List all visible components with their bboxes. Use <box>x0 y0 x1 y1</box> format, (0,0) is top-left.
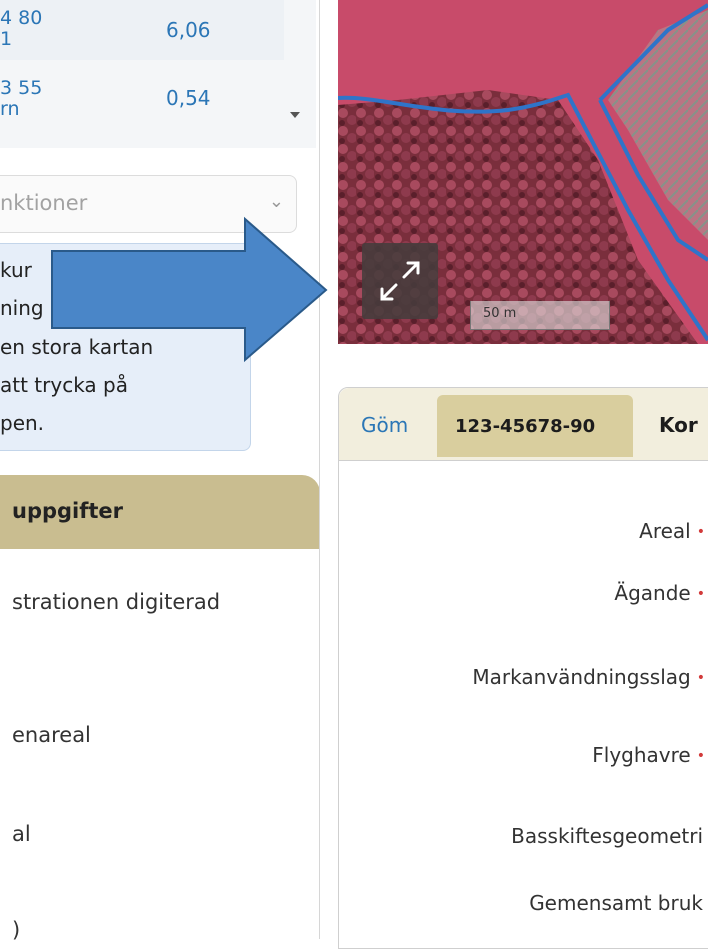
scroll-down-arrow-icon[interactable] <box>290 112 300 118</box>
table-row[interactable]: 3 55 rn 0,54 <box>0 70 284 130</box>
field-label-flyghavre: Flyghavre • <box>592 743 705 767</box>
field-label-markanvandningsslag: Markanvändningsslag • <box>472 665 705 689</box>
column-divider <box>319 0 320 939</box>
tab-label: 123-45678-90 <box>455 416 596 437</box>
list-item[interactable]: strationen digiterad <box>12 590 220 614</box>
info-text-line: en stora kartan <box>0 335 154 359</box>
expand-icon <box>380 261 420 301</box>
section-header[interactable]: uppgifter <box>0 475 320 549</box>
info-text-line: pen. <box>0 411 45 435</box>
tab-bar: Göm 123-45678-90 Kor <box>339 388 708 461</box>
chevron-down-icon: ⌄ <box>268 191 284 212</box>
form-panel: Göm 123-45678-90 Kor Areal • Ägande • Mark… <box>338 387 708 949</box>
table-row[interactable]: 4 80 1 6,06 <box>0 0 284 60</box>
info-text-line: ning <box>0 296 44 320</box>
field-label-areal: Areal • <box>639 519 705 543</box>
tab-next[interactable]: Kor <box>659 413 698 437</box>
scale-label: 50 m <box>483 306 517 321</box>
tab-active-parcel[interactable]: 123-45678-90 <box>437 395 633 457</box>
hide-tab-link[interactable]: Göm <box>361 413 408 437</box>
field-label-basskiftesgeometri: Basskiftesgeometri <box>511 824 703 848</box>
info-box: kur ning en stora kartan att trycka på p… <box>0 243 251 451</box>
list-item[interactable]: al <box>12 822 31 846</box>
map-scale-bar: 50 m <box>470 301 610 330</box>
table-cell-id[interactable]: 4 80 1 <box>0 8 42 50</box>
section-title: uppgifter <box>12 499 124 523</box>
list-item[interactable]: ) <box>12 918 20 942</box>
functions-select[interactable]: nktioner ⌄ <box>0 175 297 233</box>
info-text-line: kur <box>0 258 32 282</box>
fullscreen-button[interactable] <box>362 243 438 319</box>
required-icon: • <box>696 586 705 602</box>
list-item[interactable]: enareal <box>12 723 91 747</box>
required-icon: • <box>696 748 705 764</box>
table-cell-value: 6,06 <box>166 18 211 42</box>
select-value: nktioner <box>0 191 88 215</box>
info-text-line: att trycka på <box>0 373 128 397</box>
table-cell-id[interactable]: 3 55 rn <box>0 78 42 120</box>
table-cell-value: 0,54 <box>166 86 211 110</box>
field-label-agande: Ägande • <box>614 581 705 605</box>
required-icon: • <box>696 524 705 540</box>
required-icon: • <box>696 670 705 686</box>
field-label-gemensamt-bruk: Gemensamt bruk <box>529 891 703 915</box>
data-table: 4 80 1 6,06 3 55 rn 0,54 <box>0 0 316 148</box>
left-column: 4 80 1 6,06 3 55 rn 0,54 nktioner ⌄ kur … <box>0 0 320 942</box>
